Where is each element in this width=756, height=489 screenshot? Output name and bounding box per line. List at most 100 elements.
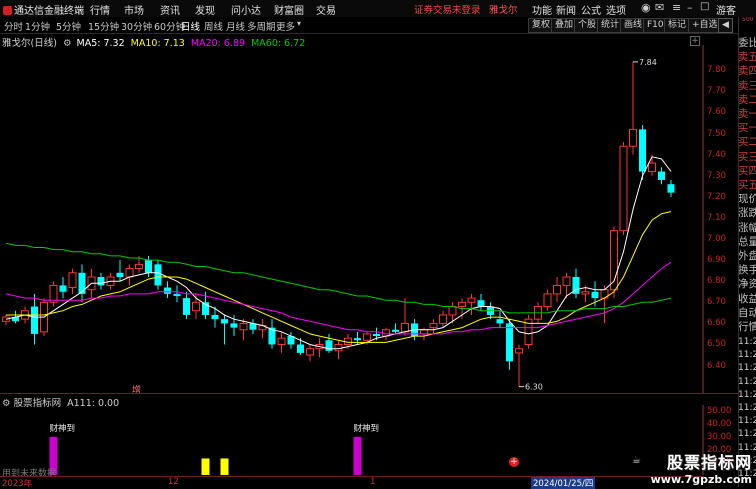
tdx-logo-icon	[3, 6, 12, 15]
tick-time: 11:25	[738, 403, 756, 413]
tf-multi[interactable]: 多周期	[247, 19, 276, 33]
quote-label: 卖三	[738, 79, 756, 92]
menu-assistant[interactable]: 问小达	[231, 2, 261, 17]
more-chevron-icon[interactable]: ▾	[297, 19, 301, 28]
cup-icon[interactable]: ☕	[632, 455, 641, 466]
x-label-year: 2023年	[2, 479, 33, 489]
menu-quotes[interactable]: 行情	[90, 2, 110, 17]
menu-newsfeed[interactable]: 新闻	[556, 2, 576, 17]
menu-trade[interactable]: 交易	[316, 2, 336, 17]
quote-label: 现价	[738, 193, 756, 206]
price-tick: 6.60	[707, 318, 726, 329]
minimize-icon[interactable]: –	[687, 1, 693, 14]
price-tick: 7.50	[707, 128, 726, 139]
marks-group: 7.84 6.30	[519, 58, 657, 392]
x-label-jan: 1	[370, 477, 376, 487]
menu-wealth[interactable]: 财富圈	[274, 2, 304, 17]
tf-5min[interactable]: 5分钟	[56, 19, 81, 33]
time-axis: 2023年 12 1 2024/01/25/四	[0, 476, 704, 489]
quote-label: 行情	[738, 321, 756, 333]
tick-time: 11:25	[738, 376, 756, 387]
panel-top-value: 500	[742, 17, 754, 23]
watermark-title: 股票指标网	[666, 453, 752, 472]
tf-intraday[interactable]: 分时	[4, 19, 23, 33]
candle-body	[164, 287, 171, 294]
indicator-bar	[220, 458, 229, 475]
menu-icon[interactable]: ≡	[672, 1, 681, 14]
tf-more[interactable]: 更多	[276, 19, 295, 33]
tf-30min[interactable]: 30分钟	[121, 19, 152, 33]
candle-body	[145, 260, 152, 273]
guest-label[interactable]: 游客	[716, 2, 736, 17]
x-label-cursor-date: 2024/01/25/四	[531, 477, 596, 489]
menu-news[interactable]: 资讯	[160, 2, 180, 17]
mail-icon[interactable]: ✉	[655, 1, 664, 14]
menu-bar: 通达信金融终端 行情 市场 资讯 发现 问小达 财富圈 交易 证券交易未登录 雅…	[0, 0, 756, 18]
candle-body	[31, 306, 38, 334]
ma-lines-group	[5, 156, 672, 350]
quote-label: 卖一	[738, 108, 756, 120]
quote-label: 自动	[738, 306, 756, 319]
indicator-chart[interactable]: 财神到 财神到	[0, 405, 704, 475]
price-tick: 6.50	[707, 339, 726, 350]
tool-add-favorite[interactable]: +自选	[688, 18, 722, 33]
app-title[interactable]: 通达信金融终端	[3, 2, 84, 17]
collapse-icon[interactable]: ◀	[718, 18, 733, 33]
candle-body	[506, 323, 513, 362]
quote-label: 卖二	[738, 93, 756, 106]
candle-body	[306, 348, 314, 356]
candle-body	[591, 291, 599, 299]
candle-body	[221, 319, 228, 324]
candle-body	[354, 338, 361, 341]
menu-function[interactable]: 功能	[532, 2, 552, 17]
login-notice[interactable]: 证券交易未登录	[414, 2, 481, 16]
tf-weekly[interactable]: 周线	[204, 19, 223, 33]
price-tick: 7.40	[707, 149, 726, 160]
tf-daily[interactable]: 日线	[181, 19, 200, 33]
menu-formula[interactable]: 公式	[581, 2, 601, 17]
candle-body	[211, 314, 219, 320]
x-label-dec: 12	[168, 477, 179, 487]
candle-body	[325, 340, 333, 351]
quote-label: 外盘	[738, 250, 756, 262]
menu-options[interactable]: 选项	[606, 2, 626, 17]
signal-label: 财神到	[50, 423, 76, 434]
candle-body	[154, 264, 162, 286]
tool-mark[interactable]: 标记	[664, 18, 691, 33]
tick-time: 11:25	[738, 337, 756, 347]
candles-group	[2, 61, 675, 387]
maximize-icon[interactable]: □	[700, 1, 709, 12]
candle-body	[230, 323, 238, 328]
candle-body	[183, 298, 190, 315]
quote-panel: 500 委比卖五卖四卖三卖二卖一买一买二买三买四买五现价涨跌涨幅总量外盘换手净资…	[738, 17, 756, 487]
indicator-bar	[353, 436, 362, 475]
tick-time: 11:25	[738, 350, 756, 361]
menu-discover[interactable]: 发现	[195, 2, 215, 17]
price-tick: 6.40	[707, 360, 726, 371]
quote-label: 总量	[738, 235, 756, 248]
quote-label: 买三	[738, 150, 756, 163]
candle-body	[429, 322, 438, 329]
ma-line-ma20	[5, 261, 672, 335]
candle-body	[239, 322, 248, 331]
add-indicator-icon[interactable]: +	[509, 457, 519, 467]
tf-15min[interactable]: 15分钟	[88, 19, 119, 33]
quote-label: 净资	[738, 278, 756, 291]
price-tick: 7.00	[707, 234, 726, 245]
candlestick-chart[interactable]: 7.84 6.30	[0, 45, 704, 393]
menu-market[interactable]: 市场	[124, 2, 144, 17]
quote-label: 收益	[738, 292, 756, 305]
quote-label: 买二	[738, 136, 756, 149]
signal-label: 财神到	[354, 423, 380, 434]
quote-label: 涨跌	[738, 207, 756, 220]
candle-body	[515, 348, 523, 354]
candle-body	[116, 272, 124, 277]
tf-monthly[interactable]: 月线	[226, 19, 245, 33]
candle-body	[658, 171, 665, 180]
tf-1min[interactable]: 1分钟	[25, 19, 50, 33]
quote-label: 换手	[738, 264, 756, 277]
tick-time: 11:25	[738, 429, 756, 440]
candle-body	[78, 272, 86, 294]
candle-body	[619, 145, 628, 232]
user-icon[interactable]: ◉	[641, 1, 651, 14]
